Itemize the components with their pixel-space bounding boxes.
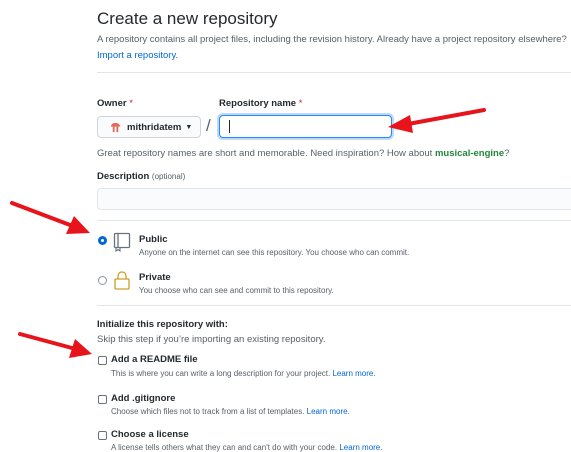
annotation-arrows [10, 108, 486, 358]
arrow-to-readme-icon [18, 332, 92, 358]
create-repo-page: Create a new repository A repository con… [0, 0, 571, 452]
arrow-to-repo-name-icon [388, 108, 486, 133]
arrow-to-public-icon [10, 201, 90, 234]
